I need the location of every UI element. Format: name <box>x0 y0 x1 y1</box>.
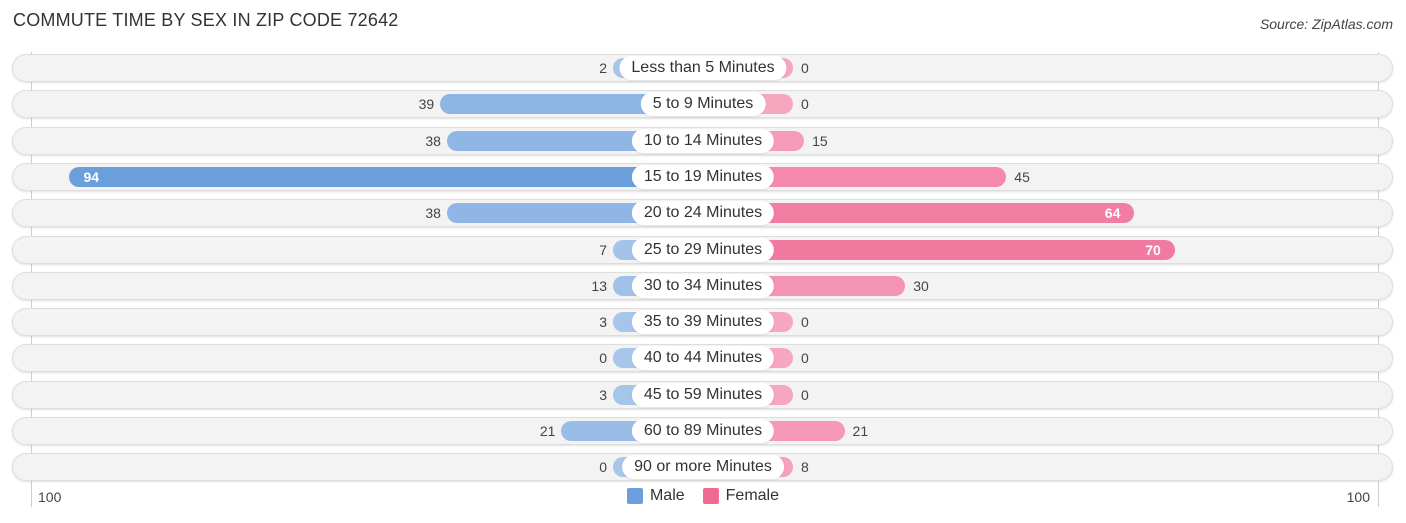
category-label: 40 to 44 Minutes <box>631 346 775 371</box>
value-label-female: 0 <box>801 60 809 76</box>
category-label: Less than 5 Minutes <box>619 56 787 80</box>
value-label-female: 0 <box>801 350 809 367</box>
source-label: Source: ZipAtlas.com <box>1259 16 1393 32</box>
legend: Male Female <box>0 487 1406 505</box>
value-label-female: 45 <box>1014 168 1030 185</box>
bar-male[interactable] <box>69 166 703 187</box>
value-label-male: 0 <box>599 459 607 476</box>
value-label-male: 3 <box>599 386 607 403</box>
value-label-male: 39 <box>418 96 435 113</box>
value-label-male: 38 <box>425 205 441 222</box>
value-label-female: 70 <box>1145 241 1161 258</box>
value-label-female: 64 <box>1104 205 1121 222</box>
category-label: 10 to 14 Minutes <box>631 128 775 153</box>
value-label-female: 8 <box>801 459 809 476</box>
value-label-female: 30 <box>913 277 929 294</box>
category-label: 45 to 59 Minutes <box>631 382 775 407</box>
legend-swatch-male <box>626 488 643 504</box>
value-label-female: 15 <box>812 132 828 149</box>
chart-title: COMMUTE TIME BY SEX IN ZIP CODE 72642 <box>13 10 399 30</box>
value-label-male: 2 <box>599 60 607 76</box>
category-label: 60 to 89 Minutes <box>631 419 775 443</box>
value-label-female: 21 <box>852 423 869 439</box>
value-label-male: 94 <box>83 168 100 185</box>
category-label: 15 to 19 Minutes <box>631 164 775 189</box>
category-label: 90 or more Minutes <box>622 455 784 480</box>
category-label: 25 to 29 Minutes <box>631 237 775 262</box>
value-label-male: 7 <box>599 241 607 258</box>
value-label-male: 38 <box>425 132 441 149</box>
legend-swatch-female <box>702 488 719 504</box>
category-label: 20 to 24 Minutes <box>631 201 775 226</box>
value-label-male: 21 <box>539 423 556 439</box>
legend-label-female: Female <box>725 487 780 504</box>
legend-item-male[interactable]: Male <box>626 487 685 505</box>
value-label-female: 0 <box>801 96 809 113</box>
value-label-female: 0 <box>801 314 809 331</box>
category-label: 5 to 9 Minutes <box>640 92 766 117</box>
category-label: 30 to 34 Minutes <box>631 273 775 298</box>
value-label-male: 0 <box>599 350 607 367</box>
value-label-male: 3 <box>599 314 607 331</box>
legend-item-female[interactable]: Female <box>702 487 780 505</box>
category-label: 35 to 39 Minutes <box>631 310 775 335</box>
legend-label-male: Male <box>649 487 685 504</box>
value-label-female: 0 <box>801 386 809 403</box>
value-label-male: 13 <box>591 277 607 294</box>
